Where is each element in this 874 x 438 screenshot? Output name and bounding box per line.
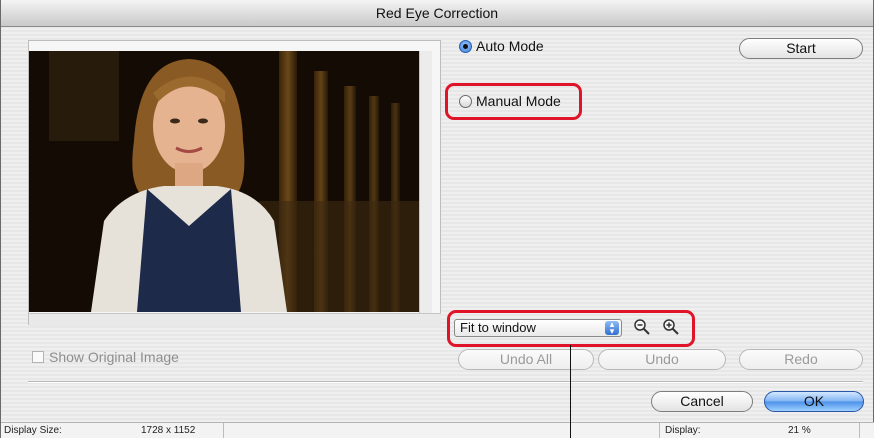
window-title: Red Eye Correction bbox=[1, 0, 873, 27]
status-bar: Display Size: 1728 x 1152 Display: 21 % bbox=[1, 422, 874, 438]
radio-unselected-icon[interactable] bbox=[459, 94, 472, 108]
start-button[interactable]: Start bbox=[739, 38, 863, 59]
undo-button[interactable]: Undo bbox=[598, 349, 726, 370]
zoom-out-icon[interactable] bbox=[633, 318, 651, 336]
manual-mode-radio[interactable]: Manual Mode bbox=[459, 93, 561, 109]
vertical-scrollbar[interactable] bbox=[419, 51, 432, 313]
divider bbox=[28, 381, 863, 383]
show-original-checkbox[interactable]: Show Original Image bbox=[32, 349, 179, 365]
horizontal-scrollbar[interactable] bbox=[29, 313, 441, 326]
display-value: 21 % bbox=[788, 425, 811, 436]
zoom-in-icon[interactable] bbox=[662, 318, 680, 336]
checkbox-box[interactable] bbox=[32, 351, 44, 363]
status-separator bbox=[659, 423, 660, 438]
show-original-label: Show Original Image bbox=[49, 349, 179, 365]
display-size-value: 1728 x 1152 bbox=[141, 425, 196, 436]
manual-mode-label: Manual Mode bbox=[476, 93, 561, 109]
preview-image bbox=[29, 51, 419, 312]
red-eye-correction-window: Red Eye Correction Auto Mode Manual Mode… bbox=[0, 0, 874, 438]
status-separator bbox=[859, 423, 860, 438]
undo-all-button[interactable]: Undo All bbox=[458, 349, 594, 370]
redo-button[interactable]: Redo bbox=[739, 349, 863, 370]
radio-selected-icon[interactable] bbox=[459, 39, 472, 53]
callout-line bbox=[570, 345, 571, 438]
display-label: Display: bbox=[665, 425, 701, 436]
display-size-label: Display Size: bbox=[4, 425, 62, 436]
zoom-select[interactable]: Fit to window ▴ ▾ bbox=[454, 319, 622, 337]
auto-mode-radio[interactable]: Auto Mode bbox=[459, 38, 544, 54]
auto-mode-label: Auto Mode bbox=[476, 38, 544, 54]
status-separator bbox=[223, 423, 224, 438]
select-arrows-icon: ▴ ▾ bbox=[605, 320, 619, 336]
ok-button[interactable]: OK bbox=[764, 391, 864, 412]
cancel-button[interactable]: Cancel bbox=[651, 391, 753, 412]
zoom-select-value: Fit to window bbox=[460, 320, 536, 335]
portrait-illustration bbox=[29, 51, 419, 312]
